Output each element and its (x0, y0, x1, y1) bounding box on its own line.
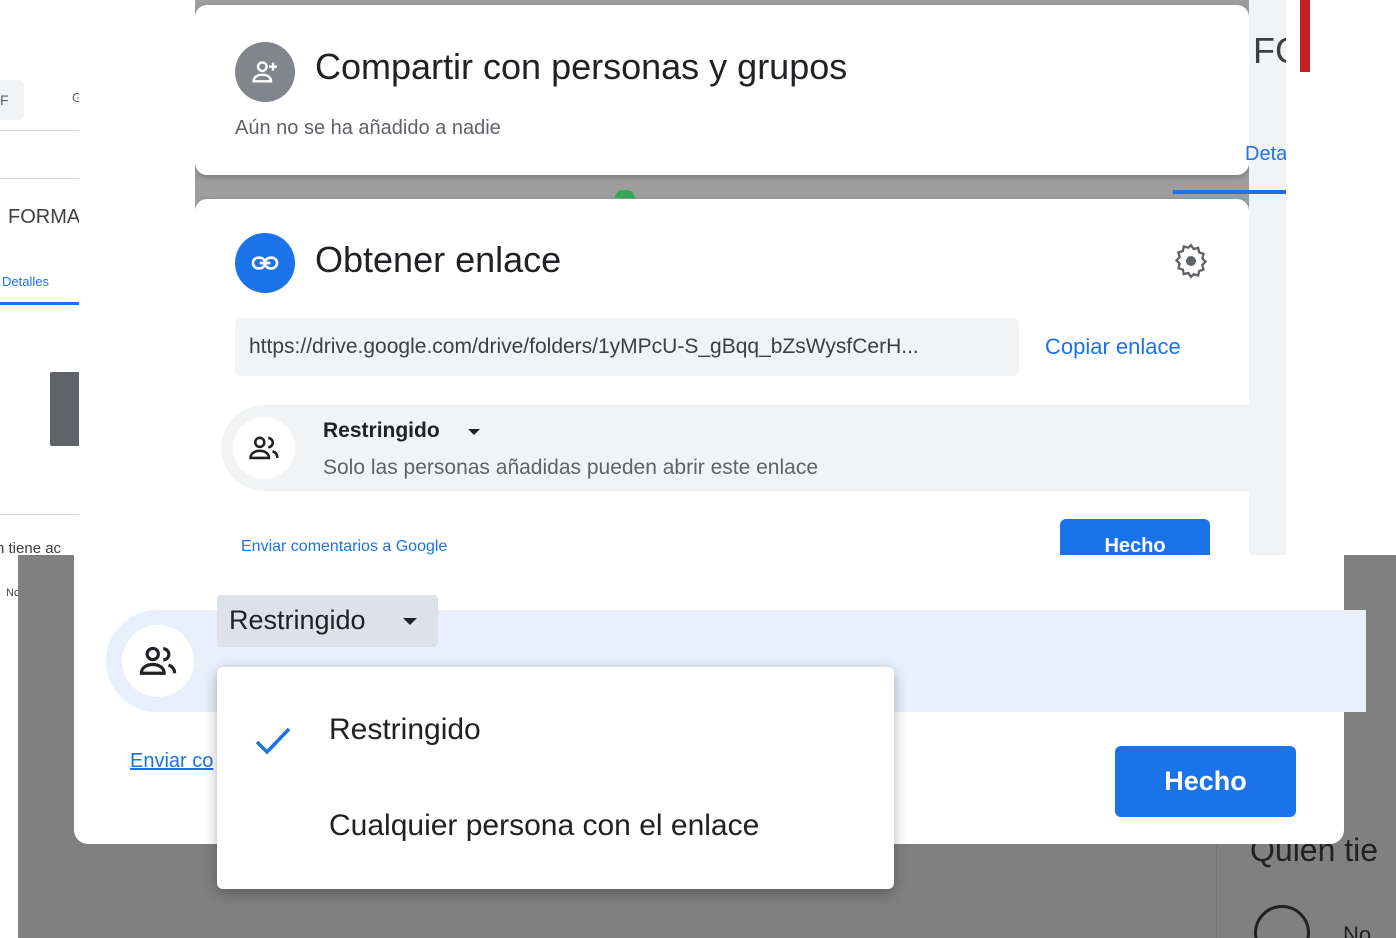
background-chip-label: F (0, 92, 9, 108)
gear-icon[interactable] (1171, 241, 1211, 281)
share-card-subtitle: Aún no se ha añadido a nadie (235, 117, 501, 139)
link-url-text: https://drive.google.com/drive/folders/1… (249, 335, 919, 358)
link-url-field[interactable]: https://drive.google.com/drive/folders/1… (235, 318, 1019, 376)
copy-link-button[interactable]: Copiar enlace (1045, 334, 1181, 360)
menu-item-restringido[interactable]: Restringido (217, 681, 894, 777)
access-level-dropdown[interactable]: Restringido (323, 419, 440, 443)
background-title-fragment: FC (1253, 30, 1286, 71)
zoomed-access-dropdown-view: Quién tie No Restringido Enviar co Hecho… (18, 555, 1396, 938)
get-link-title: Obtener enlace (315, 239, 562, 280)
caret-down-icon (403, 618, 417, 625)
tab-details[interactable]: Detalles (2, 274, 49, 289)
access-description: Solo las personas añadidas pueden abrir … (323, 456, 819, 479)
people-icon (233, 417, 295, 479)
general-access-row: Restringido Solo las personas añadidas p… (221, 405, 1261, 491)
done-button[interactable]: Hecho (1115, 746, 1296, 817)
menu-item-label: Restringido (329, 713, 481, 746)
background-gap (79, 0, 195, 555)
access-level-select[interactable]: Restringido (217, 595, 438, 647)
done-button[interactable]: Hecho (1060, 519, 1210, 555)
brand-accent-bar (1300, 0, 1310, 72)
people-icon (122, 625, 194, 697)
caret-down-icon[interactable] (468, 429, 480, 435)
share-card-title: Compartir con personas y grupos (315, 46, 848, 87)
background-file-title: FORMA (8, 206, 81, 228)
get-link-card: Obtener enlace https://drive.google.com/… (195, 199, 1261, 555)
menu-item-anyone-with-link[interactable]: Cualquier persona con el enlace (217, 779, 894, 875)
who-no-text: No (1343, 922, 1372, 938)
access-level-menu: Restringido Cualquier persona con el enl… (217, 667, 894, 889)
send-feedback-link[interactable]: Enviar comentarios a Google (241, 538, 447, 555)
divider (0, 178, 79, 179)
access-level-select-label: Restringido (229, 605, 366, 635)
check-icon (255, 726, 291, 761)
tab-indicator (1173, 190, 1286, 194)
background-drive-page: F G FORMA Detalles n tiene ac (0, 0, 195, 555)
background-dot (615, 190, 635, 198)
background-access-heading: n tiene ac (0, 540, 62, 555)
tab-indicator (0, 302, 79, 305)
divider (0, 514, 79, 515)
menu-item-label: Cualquier persona con el enlace (329, 809, 760, 842)
file-thumbnail (50, 372, 80, 446)
divider (0, 130, 79, 131)
share-with-people-card: Compartir con personas y grupos Aún no s… (195, 5, 1249, 175)
send-feedback-link[interactable]: Enviar co (130, 750, 213, 773)
person-add-icon (235, 42, 295, 102)
tab-details-fragment[interactable]: Deta (1245, 143, 1286, 166)
background-details-panel (1249, 0, 1286, 555)
share-dialog-overlay: Compartir con personas y grupos Aún no s… (195, 0, 1286, 555)
link-icon (235, 233, 295, 293)
